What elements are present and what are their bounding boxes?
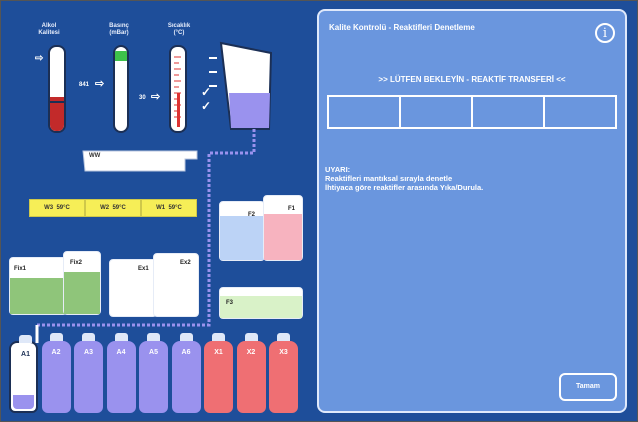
progress-bar bbox=[327, 95, 617, 129]
bottle-label: A3 bbox=[84, 349, 93, 356]
progress-segment bbox=[473, 97, 545, 127]
transfer-status: >> LÜTFEN BEKLEYİN - REAKTİF TRANSFERİ <… bbox=[378, 75, 566, 84]
bottle-x1: X1 bbox=[204, 333, 233, 413]
bottle-x3: X3 bbox=[269, 333, 298, 413]
dialog-title: Kalite Kontrolü - Reaktifleri Denetleme bbox=[329, 23, 475, 32]
ww-label: WW bbox=[89, 153, 101, 159]
bottle-label: A6 bbox=[181, 349, 191, 356]
f2-can: F2 bbox=[219, 201, 265, 261]
ex2-can: Ex2 bbox=[153, 253, 199, 317]
qc-dialog: Kalite Kontrolü - Reaktifleri Denetleme … bbox=[317, 9, 627, 413]
progress-segment bbox=[329, 97, 401, 127]
wax-bath-w2: W2 59°C bbox=[85, 199, 141, 217]
fix2-can: Fix2 bbox=[63, 251, 101, 315]
bottle-x2: X2 bbox=[236, 333, 266, 413]
app-frame: Alkol Kalitesi Basınç (mBar) Sıcaklık (°C) … bbox=[0, 0, 638, 422]
progress-segment bbox=[401, 97, 473, 127]
ex1-can: Ex1 bbox=[109, 259, 157, 317]
progress-segment bbox=[545, 97, 615, 127]
bottle-label: X2 bbox=[246, 349, 256, 356]
bottle-a3: A3 bbox=[74, 333, 103, 413]
bottle-a4: A4 bbox=[106, 333, 136, 413]
info-icon[interactable]: i bbox=[595, 23, 615, 43]
bottle-label: A2 bbox=[51, 349, 61, 356]
bottle-label: A5 bbox=[149, 349, 158, 356]
f3-can: F3 bbox=[219, 287, 303, 319]
bottle-a6: A6 bbox=[171, 333, 201, 413]
wax-bath-w3: W3 59°C bbox=[29, 199, 85, 217]
f1-can: F1 bbox=[263, 195, 303, 261]
warning-text: UYARI: Reaktifleri mantıksal sırayla den… bbox=[325, 165, 484, 192]
bottle-label: A1 bbox=[21, 351, 30, 358]
bottle-label: A4 bbox=[116, 349, 126, 356]
wax-bath-w1: W1 59°C bbox=[141, 199, 197, 217]
bottle-a1: A1 bbox=[9, 335, 38, 413]
bottle-label: X1 bbox=[214, 349, 223, 356]
bottle-a2: A2 bbox=[41, 333, 71, 413]
bottle-label: X3 bbox=[279, 349, 288, 356]
bottle-a5: A5 bbox=[139, 333, 168, 413]
ok-button[interactable]: Tamam bbox=[559, 373, 617, 401]
instrument-diagram: Alkol Kalitesi Basınç (mBar) Sıcaklık (°C) … bbox=[1, 1, 313, 421]
fix1-can: Fix1 bbox=[9, 257, 67, 315]
